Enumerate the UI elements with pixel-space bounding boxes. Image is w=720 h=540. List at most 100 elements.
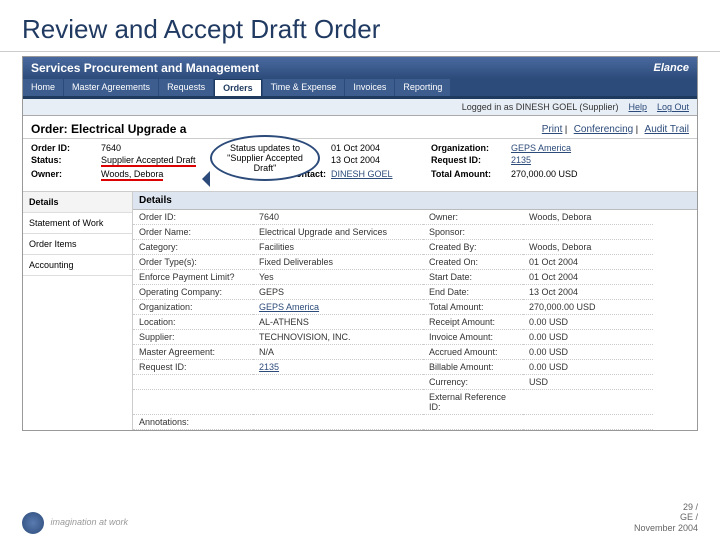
sidenav-accounting[interactable]: Accounting [23,255,132,276]
detail-label: External Reference ID: [423,390,523,415]
detail-label: Billable Amount: [423,360,523,375]
detail-label: Enforce Payment Limit? [133,270,253,285]
order-title-bar: Order: Electrical Upgrade a Print | Conf… [23,116,697,139]
details-grid: Order ID:7640Owner:Woods, Debora Order Na… [133,210,697,430]
detail-value: Facilities [253,240,423,255]
footer-right: 29 / GE / November 2004 [634,502,698,534]
footer-date: November 2004 [634,523,698,534]
logged-in-text: Logged in as DINESH GOEL (Supplier) [462,102,619,112]
tab-invoices[interactable]: Invoices [345,79,394,96]
detail-value[interactable]: GEPS America [253,300,423,315]
status-label: Status: [31,155,101,167]
detail-value: 0.00 USD [523,330,653,345]
detail-value: Fixed Deliverables [253,255,423,270]
detail-value: Woods, Debora [523,240,653,255]
total-amount-label: Total Amount: [431,169,511,181]
order-id-label: Order ID: [31,143,101,153]
detail-label: Receipt Amount: [423,315,523,330]
detail-label: Request ID: [133,360,253,375]
total-amount-value: 270,000.00 USD [511,169,621,181]
end-date-value: 13 Oct 2004 [331,155,431,167]
detail-label: Accrued Amount: [423,345,523,360]
details-panel: Details Order ID:7640Owner:Woods, Debora… [133,192,697,430]
detail-label: Created On: [423,255,523,270]
detail-value [523,390,653,415]
detail-label: Category: [133,240,253,255]
detail-label: Owner: [423,210,523,225]
tab-time-expense[interactable]: Time & Expense [263,79,345,96]
detail-label: Invoice Amount: [423,330,523,345]
footer-left: imagination at work [22,512,128,534]
tab-home[interactable]: Home [23,79,63,96]
order-title: Order: Electrical Upgrade a [31,122,186,136]
footer-org: GE / [634,512,698,523]
supplier-contact-link[interactable]: DINESH GOEL [331,169,431,181]
detail-value: AL-ATHENS [253,315,423,330]
detail-value [253,415,423,430]
detail-label: Operating Company: [133,285,253,300]
detail-label [423,415,523,430]
sidenav-details[interactable]: Details [23,192,132,213]
logout-link[interactable]: Log Out [657,102,689,112]
detail-value[interactable]: 2135 [253,360,423,375]
detail-label: Master Agreement: [133,345,253,360]
organization-link[interactable]: GEPS America [511,143,621,153]
detail-value: 0.00 USD [523,315,653,330]
detail-value: USD [523,375,653,390]
detail-label: Supplier: [133,330,253,345]
detail-label: Location: [133,315,253,330]
detail-label: Annotations: [133,415,253,430]
detail-label: End Date: [423,285,523,300]
owner-label: Owner: [31,169,101,181]
request-id-label: Request ID: [431,155,511,167]
request-id-link[interactable]: 2135 [511,155,621,167]
sidenav-statement-of-work[interactable]: Statement of Work [23,213,132,234]
tab-orders[interactable]: Orders [214,79,262,96]
detail-label [133,390,253,415]
organization-label: Organization: [431,143,511,153]
status-callout: Status updates to "Supplier Accepted Dra… [210,135,320,181]
app-title: Services Procurement and Management [31,61,259,75]
detail-value [523,415,653,430]
conferencing-link[interactable]: Conferencing [574,124,633,135]
detail-label [133,375,253,390]
detail-value: 7640 [253,210,423,225]
detail-label: Start Date: [423,270,523,285]
side-nav: DetailsStatement of WorkOrder ItemsAccou… [23,192,133,430]
tab-requests[interactable]: Requests [159,79,213,96]
detail-label: Order Name: [133,225,253,240]
details-heading: Details [133,192,697,210]
detail-value: Woods, Debora [523,210,653,225]
help-link[interactable]: Help [628,102,647,112]
detail-value: 0.00 USD [523,345,653,360]
detail-value: Yes [253,270,423,285]
detail-value [523,225,653,240]
print-link[interactable]: Print [542,124,563,135]
detail-value [253,390,423,415]
detail-value: Electrical Upgrade and Services [253,225,423,240]
detail-label: Created By: [423,240,523,255]
detail-value: 270,000.00 USD [523,300,653,315]
detail-value: 13 Oct 2004 [523,285,653,300]
order-action-links: Print | Conferencing | Audit Trail [538,124,689,135]
detail-value: GEPS [253,285,423,300]
detail-value: 0.00 USD [523,360,653,375]
detail-label: Order ID: [133,210,253,225]
slide-footer: imagination at work 29 / GE / November 2… [22,502,698,534]
detail-value: TECHNOVISION, INC. [253,330,423,345]
sidenav-order-items[interactable]: Order Items [23,234,132,255]
detail-label: Currency: [423,375,523,390]
app-window: Services Procurement and Management Elan… [22,56,698,431]
detail-value [253,375,423,390]
slide-title: Review and Accept Draft Order [0,0,720,52]
content-area: DetailsStatement of WorkOrder ItemsAccou… [23,191,697,430]
audit-trail-link[interactable]: Audit Trail [645,124,689,135]
footer-page: 29 / [634,502,698,513]
tab-reporting[interactable]: Reporting [395,79,450,96]
detail-label: Total Amount: [423,300,523,315]
tabs-bar: HomeMaster AgreementsRequestsOrdersTime … [23,79,697,99]
detail-value: 01 Oct 2004 [523,270,653,285]
tab-master-agreements[interactable]: Master Agreements [64,79,158,96]
detail-value: 01 Oct 2004 [523,255,653,270]
app-header: Services Procurement and Management Elan… [23,57,697,79]
